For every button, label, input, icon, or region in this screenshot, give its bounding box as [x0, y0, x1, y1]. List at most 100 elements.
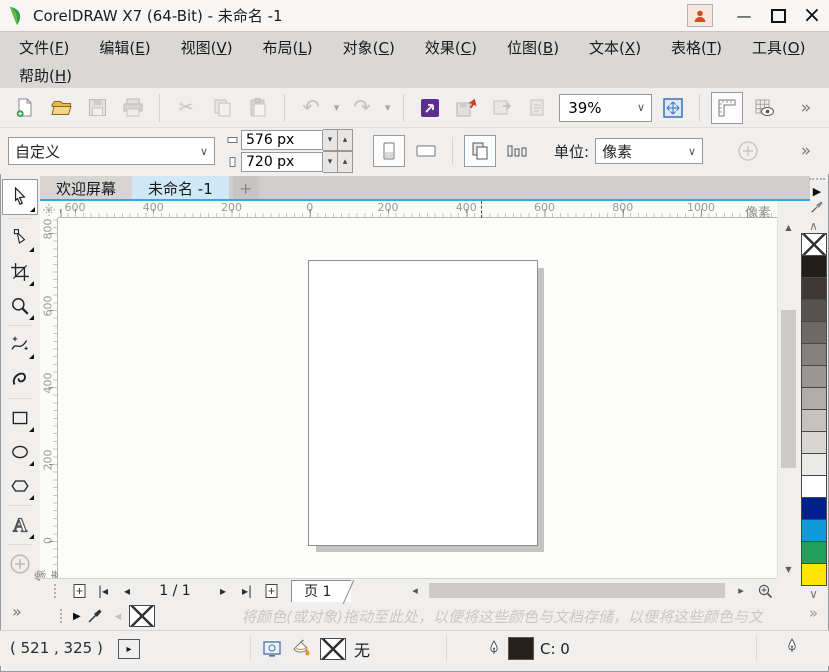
menu-table[interactable]: 表格(T)	[656, 34, 737, 62]
horizontal-ruler[interactable]: 像素 60040020002004006008001000	[58, 201, 777, 218]
add-page-after-button[interactable]	[259, 581, 283, 601]
page-canvas[interactable]	[308, 260, 538, 546]
pick-tool[interactable]	[2, 179, 38, 215]
color-swatch-ffffff[interactable]	[801, 475, 827, 498]
membership-account-icon[interactable]	[687, 4, 713, 27]
page-1-tab[interactable]: 页 1	[291, 580, 351, 602]
previous-page-button[interactable]: ◂	[115, 581, 139, 601]
add-tools-button[interactable]	[4, 548, 36, 580]
close-button[interactable]: ×	[795, 0, 829, 31]
zoom-level-combo[interactable]: ∨	[559, 94, 652, 122]
add-page-before-button[interactable]	[67, 581, 91, 601]
undo-icon[interactable]: ↶	[296, 93, 326, 123]
palette-scroll-up-icon[interactable]: ∧	[809, 218, 818, 234]
scroll-up-icon[interactable]: ▲	[778, 218, 799, 236]
outline-pen-icon[interactable]	[486, 640, 502, 658]
color-swatch-00208f[interactable]	[801, 497, 827, 520]
object-details-button[interactable]: ▸	[118, 639, 140, 659]
property-bar-overflow-button[interactable]: »	[791, 136, 821, 166]
toolbar-overflow-button[interactable]: »	[791, 93, 821, 123]
page-height-input[interactable]	[241, 152, 323, 172]
menu-help[interactable]: 帮助(H)	[4, 62, 87, 90]
menu-edit[interactable]: 编辑(E)	[84, 34, 165, 62]
show-grid-toggle[interactable]	[749, 93, 779, 123]
palette-overflow-button[interactable]: »	[809, 604, 818, 622]
redo-dropdown-icon[interactable]: ▾	[383, 101, 392, 114]
menu-tools[interactable]: 工具(O)	[737, 34, 821, 62]
scroll-left-icon[interactable]: ◂	[403, 581, 427, 601]
width-spinner-down[interactable]: ▾	[323, 129, 338, 151]
color-swatch-0f9ad8[interactable]	[801, 519, 827, 542]
no-color-swatch[interactable]	[129, 605, 155, 627]
undo-dropdown-icon[interactable]: ▾	[332, 101, 341, 114]
application-launcher-icon[interactable]	[415, 93, 445, 123]
color-swatch-6c6a68[interactable]	[801, 321, 827, 344]
new-document-tab-button[interactable]: +	[233, 176, 259, 200]
next-page-button[interactable]: ▸	[211, 581, 235, 601]
color-swatch-c3c2c0[interactable]	[801, 409, 827, 432]
freehand-tool[interactable]	[4, 329, 36, 361]
menu-object[interactable]: 对象(C)	[328, 34, 410, 62]
current-page-size-button[interactable]	[502, 136, 532, 166]
chevron-down-icon[interactable]: ∨	[637, 101, 645, 114]
drag-grip[interactable]	[54, 584, 59, 598]
fullscreen-preview-icon[interactable]	[658, 93, 688, 123]
drag-grip[interactable]	[809, 178, 825, 183]
eyedropper-icon[interactable]	[810, 200, 824, 214]
import-icon[interactable]	[451, 93, 481, 123]
minimize-button[interactable]: —	[727, 0, 761, 31]
tab-untitled-document[interactable]: 未命名 -1	[132, 176, 229, 200]
text-tool[interactable]: A	[4, 509, 36, 541]
height-spinner-up[interactable]: ▴	[338, 151, 353, 173]
print-icon[interactable]	[118, 93, 148, 123]
menu-view[interactable]: 视图(V)	[166, 34, 248, 62]
zoom-tool[interactable]	[4, 290, 36, 322]
redo-icon[interactable]: ↷	[347, 93, 377, 123]
save-icon[interactable]	[82, 93, 112, 123]
scroll-down-icon[interactable]: ▼	[778, 560, 799, 578]
copy-icon[interactable]	[207, 93, 237, 123]
treat-as-filled-button[interactable]	[733, 136, 763, 166]
color-swatch-d7d6d4[interactable]	[801, 431, 827, 454]
vertical-scrollbar-thumb[interactable]	[781, 310, 796, 468]
vertical-ruler[interactable]: 像素 8006004002000	[40, 218, 58, 578]
menu-text[interactable]: 文本(X)	[574, 34, 656, 62]
open-document-icon[interactable]	[46, 93, 76, 123]
fill-bucket-icon[interactable]	[290, 639, 312, 659]
color-swatch-aeadab[interactable]	[801, 387, 827, 410]
menu-effects[interactable]: 效果(C)	[410, 34, 492, 62]
menu-layout[interactable]: 布局(L)	[248, 34, 328, 62]
crop-tool[interactable]	[4, 256, 36, 288]
color-swatch-999795[interactable]	[801, 365, 827, 388]
shape-tool[interactable]	[4, 222, 36, 254]
outline-color-swatch[interactable]	[508, 637, 534, 660]
horizontal-scrollbar[interactable]: ◂ ▸	[403, 581, 777, 601]
chevron-down-icon[interactable]: ∨	[200, 145, 208, 158]
drag-grip[interactable]	[60, 609, 65, 623]
page-size-preset-combo[interactable]: 自定义 ∨	[8, 137, 215, 165]
no-color-swatch[interactable]	[801, 233, 827, 256]
export-icon[interactable]	[487, 93, 517, 123]
landscape-orientation-button[interactable]	[411, 136, 441, 166]
last-page-button[interactable]: ▸|	[235, 581, 259, 601]
ruler-origin-icon[interactable]	[40, 201, 58, 218]
color-swatch-211d1a[interactable]	[801, 255, 827, 278]
document-navigator-icon[interactable]	[753, 581, 777, 601]
color-swatch-838180[interactable]	[801, 343, 827, 366]
paste-icon[interactable]	[243, 93, 273, 123]
show-rulers-toggle[interactable]	[711, 92, 743, 124]
horizontal-scrollbar-track[interactable]	[427, 582, 729, 599]
color-swatch-eaeae9[interactable]	[801, 453, 827, 476]
document-palette-flyout-icon[interactable]: ▶	[73, 611, 81, 622]
publish-pdf-icon[interactable]	[523, 93, 553, 123]
chevron-down-icon[interactable]: ∨	[688, 145, 696, 158]
vertical-scrollbar[interactable]: ▲ ▼	[777, 218, 798, 578]
scroll-right-icon[interactable]: ▸	[729, 581, 753, 601]
color-swatch-555351[interactable]	[801, 299, 827, 322]
flyout-right-button[interactable]: ▶	[813, 185, 821, 198]
artistic-media-tool[interactable]	[4, 363, 36, 395]
rectangle-tool[interactable]	[4, 402, 36, 434]
color-swatch-ffe600[interactable]	[801, 563, 827, 586]
maximize-button[interactable]	[761, 0, 795, 31]
eyedropper-icon[interactable]	[87, 608, 103, 624]
